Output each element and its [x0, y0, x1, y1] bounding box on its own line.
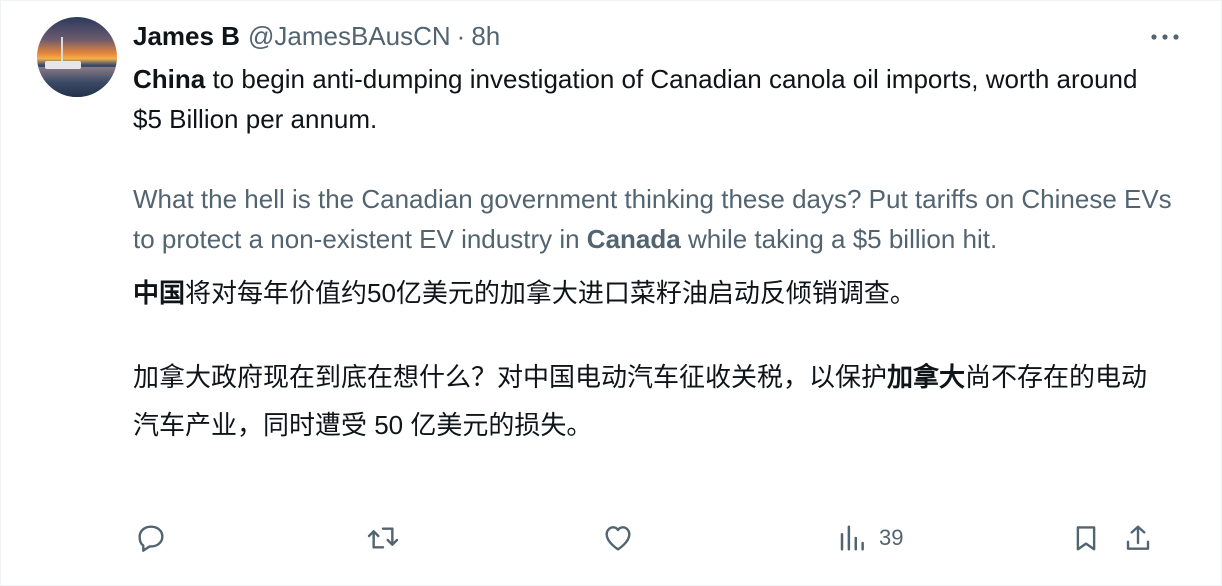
- separator-dot: ·: [456, 20, 466, 51]
- tweet-text: China to begin anti-dumping investigatio…: [133, 59, 1173, 449]
- chinese-text-2a: 加拿大政府现在到底在想什么？对中国电动汽车征收关税，以保护: [133, 362, 888, 392]
- avatar[interactable]: [37, 17, 117, 97]
- author-handle[interactable]: @JamesBAusCN: [248, 21, 451, 52]
- views-bar-chart-icon: [840, 525, 864, 551]
- tweet-english-paragraph-1: China to begin anti-dumping investigatio…: [133, 59, 1173, 139]
- author-name[interactable]: James B: [133, 21, 240, 52]
- retweet-icon: [367, 527, 399, 549]
- reply-button[interactable]: [135, 515, 167, 561]
- more-button[interactable]: [1145, 23, 1185, 51]
- avatar-water: [37, 67, 117, 97]
- tweet-english-paragraph-2: What the hell is the Canadian government…: [133, 179, 1173, 259]
- share-icon: [1126, 525, 1150, 550]
- tweet-chinese-paragraph-1: 中国将对每年价值约50亿美元的加拿大进口菜籽油启动反倾销调查。: [133, 271, 1173, 315]
- retweet-button[interactable]: [365, 515, 401, 561]
- mention-canada: Canada: [586, 224, 681, 254]
- tweet-card[interactable]: James B @JamesBAusCN · 8h China to begin…: [0, 0, 1222, 586]
- share-button[interactable]: [1123, 515, 1153, 561]
- avatar-mast: [61, 37, 63, 63]
- action-bar: 39: [131, 515, 1185, 561]
- chinese-bold-1: 中国: [133, 278, 186, 308]
- like-button[interactable]: [601, 515, 635, 561]
- english-text-2b: while taking a $5 billion hit.: [680, 224, 998, 254]
- tweet-chinese-paragraph-2: 加拿大政府现在到底在想什么？对中国电动汽车征收关税，以保护加拿大尚不存在的电动汽…: [133, 353, 1173, 449]
- reply-icon: [138, 525, 164, 552]
- mention-china: China: [133, 64, 206, 94]
- chinese-text-1: 将对每年价值约50亿美元的加拿大进口菜籽油启动反倾销调查。: [185, 278, 916, 308]
- bookmark-icon: [1076, 526, 1096, 551]
- tweet-time[interactable]: 8h: [471, 21, 500, 52]
- tweet-header: James B @JamesBAusCN · 8h: [133, 19, 500, 53]
- views-count: 39: [879, 525, 904, 550]
- chinese-bold-2: 加拿大: [887, 362, 966, 392]
- more-horizontal-icon: [1151, 34, 1179, 40]
- bookmark-button[interactable]: [1071, 515, 1101, 561]
- avatar-boat: [45, 61, 81, 69]
- heart-icon: [605, 526, 631, 551]
- views-button[interactable]: 39: [837, 515, 903, 561]
- english-text-1: to begin anti-dumping investigation of C…: [133, 64, 1138, 134]
